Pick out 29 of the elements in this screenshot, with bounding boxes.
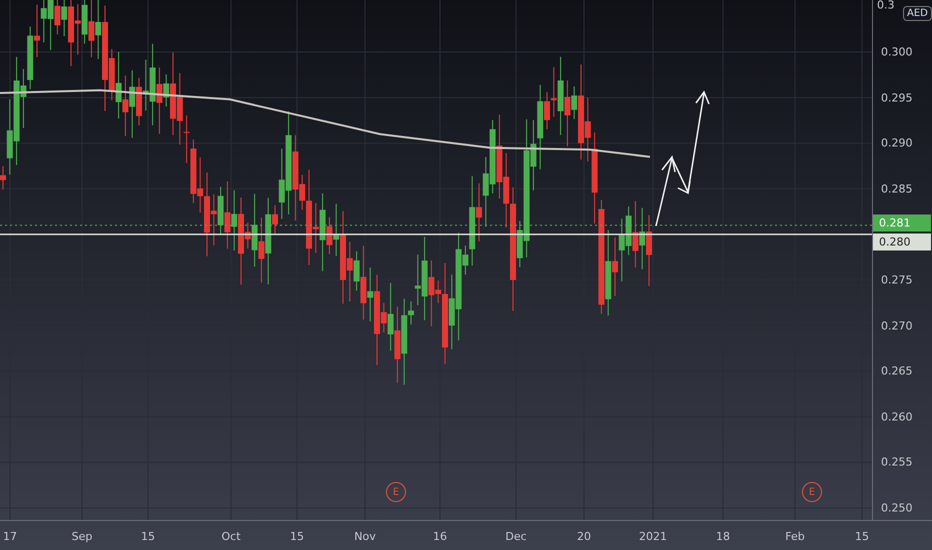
price-tick-label: 0.295: [881, 91, 912, 104]
price-tag: 0.281: [873, 214, 931, 232]
price-tick-label: 0.300: [881, 46, 912, 58]
price-tick-label: 0.255: [881, 456, 912, 469]
price-tag: 0.280: [873, 234, 931, 251]
earnings-marker[interactable]: E: [386, 482, 406, 502]
price-tick-label: 0.3: [877, 0, 894, 12]
currency-label[interactable]: AED: [903, 6, 932, 21]
date-tick-label: Oct: [221, 530, 241, 543]
date-tick-label: 20: [577, 530, 591, 543]
date-tick-label: 18: [716, 530, 730, 543]
date-tick-label: Feb: [785, 530, 805, 543]
date-tick-label: 17: [3, 530, 17, 543]
price-tick-label: 0.275: [881, 274, 912, 286]
earnings-marker[interactable]: E: [802, 482, 822, 502]
price-tick-label: 0.270: [881, 319, 912, 332]
date-tick-label: Dec: [505, 530, 527, 543]
date-tick-label: 16: [433, 530, 447, 543]
price-tick-label: 0.250: [881, 502, 912, 514]
date-tick-label: 15: [141, 530, 155, 543]
date-tick-label: Sep: [72, 530, 92, 543]
date-tick-label: 2021: [639, 530, 667, 543]
date-tick-label: 15: [855, 530, 869, 543]
price-tick-label: 0.260: [881, 410, 912, 424]
price-tick-label: 0.290: [881, 136, 912, 150]
date-tick-label: Nov: [354, 530, 376, 543]
price-tick-label: 0.265: [881, 364, 912, 378]
date-tick-label: 15: [290, 530, 304, 543]
price-tick-label: 0.285: [881, 182, 912, 196]
